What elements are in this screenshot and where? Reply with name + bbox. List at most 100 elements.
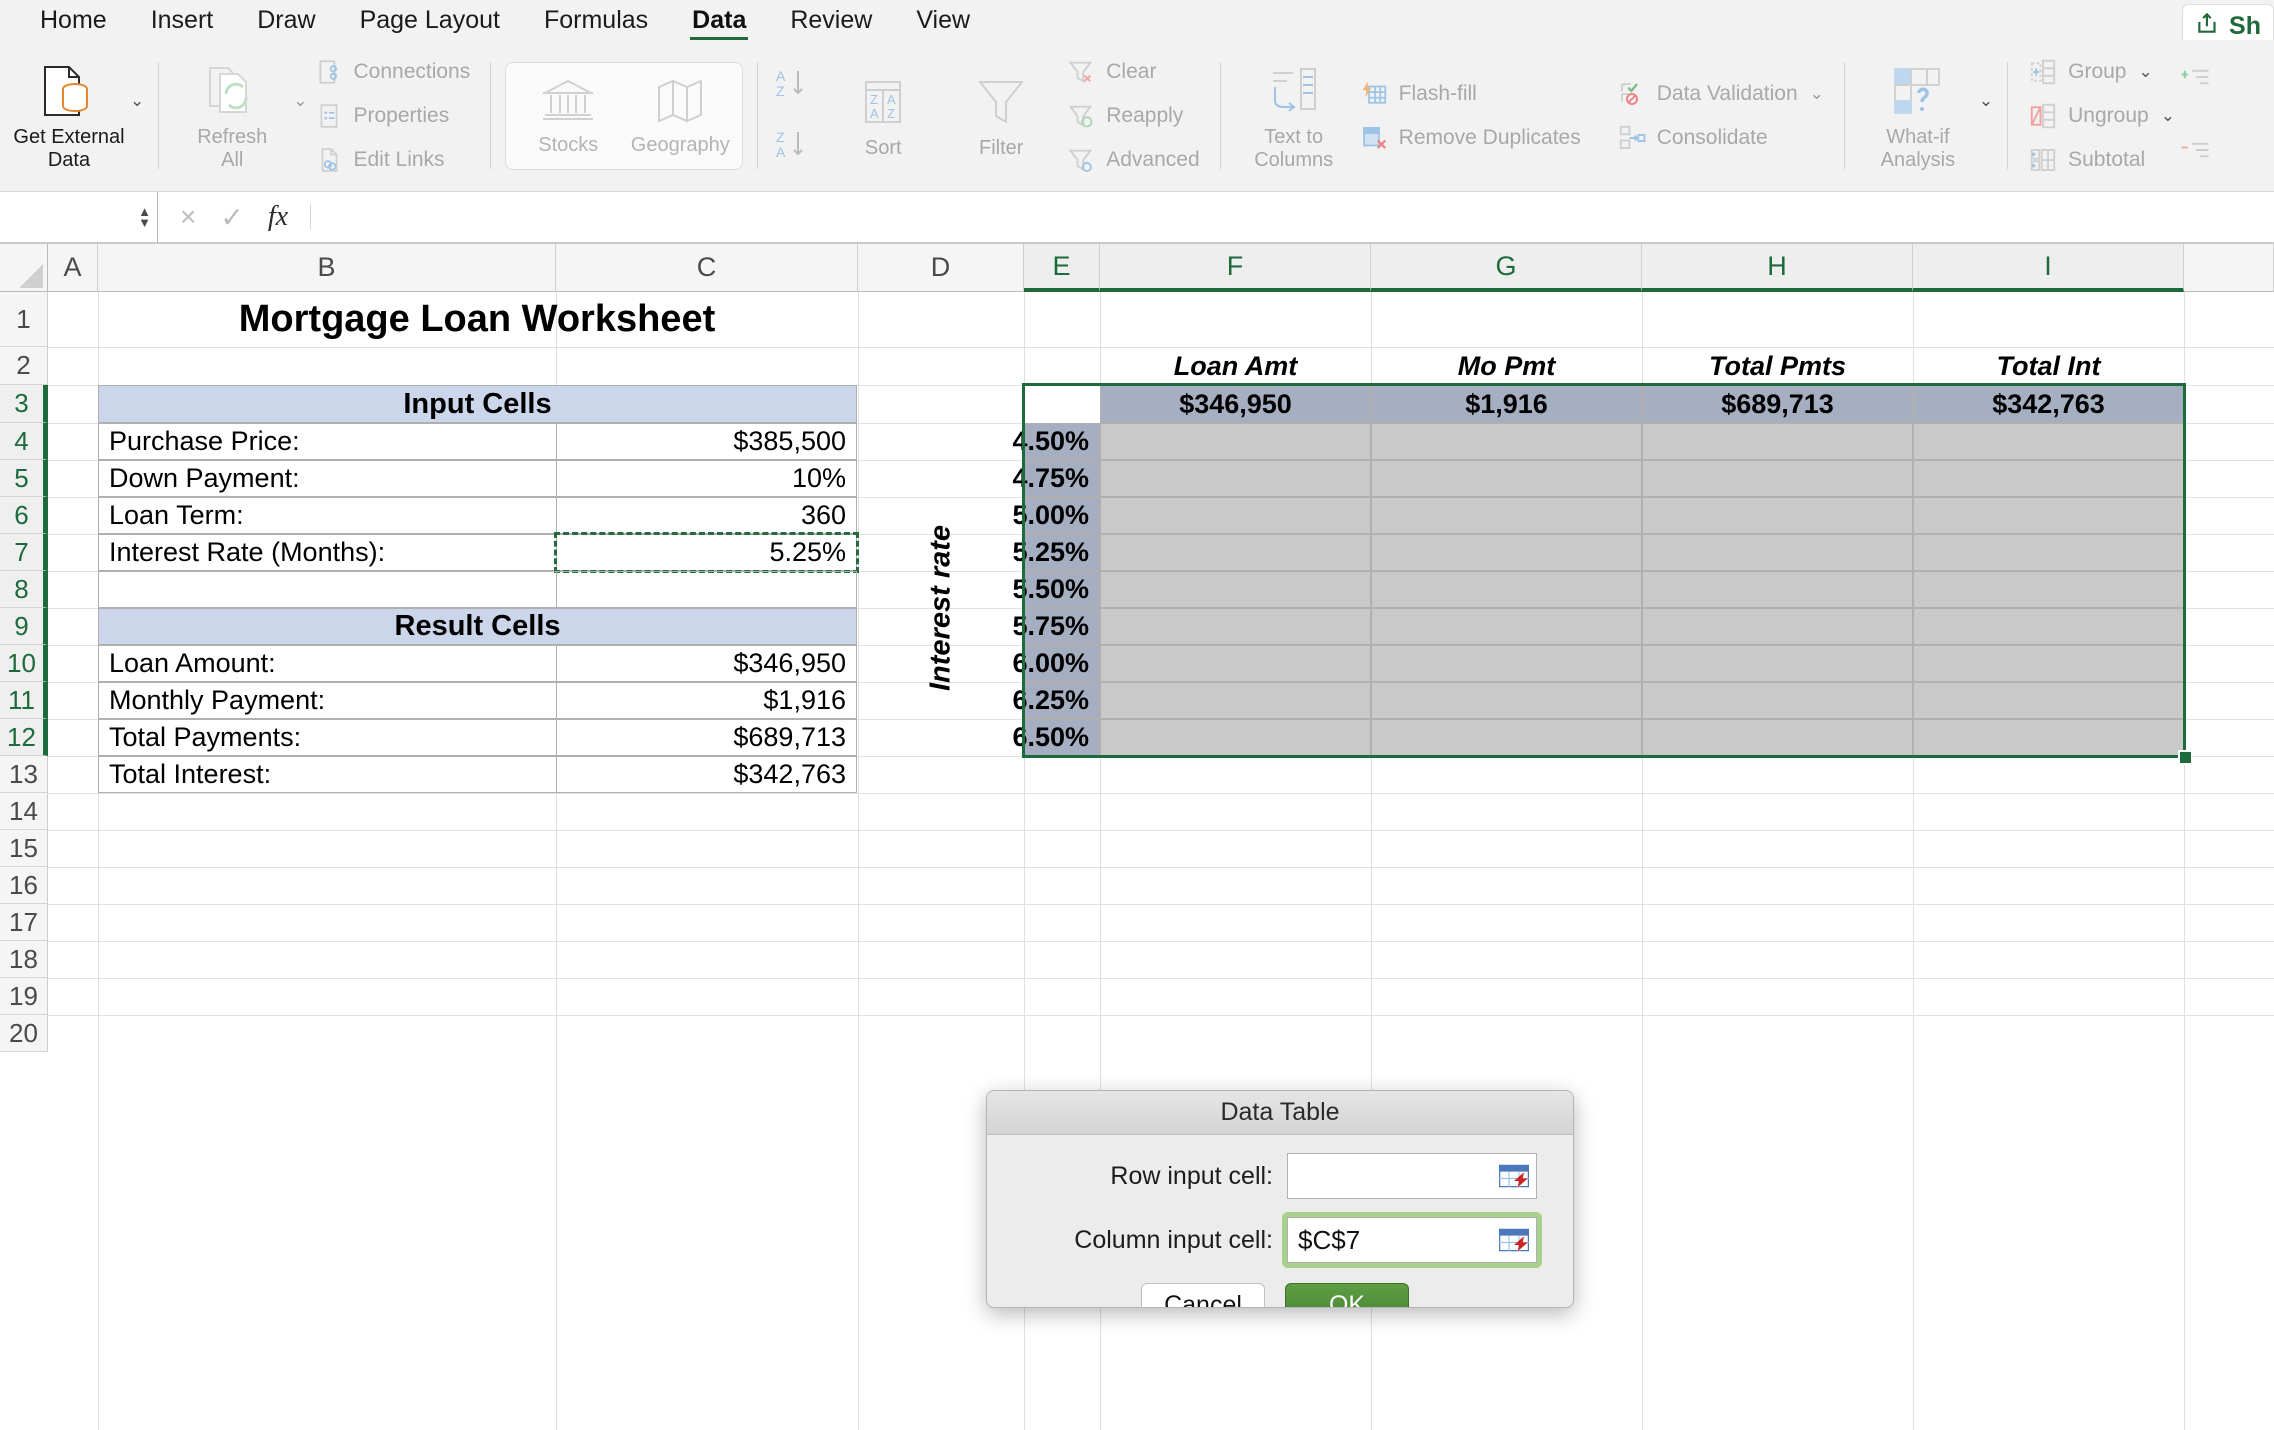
cell-g5-body[interactable] — [1371, 460, 1642, 497]
cell-b5-label[interactable]: Down Payment: — [98, 460, 557, 497]
cell-c7-value[interactable]: 5.25% — [556, 534, 857, 571]
row-header-3[interactable]: 3 — [0, 385, 48, 423]
cell-f6-body[interactable] — [1100, 497, 1371, 534]
row-header-13[interactable]: 13 — [0, 756, 48, 793]
column-header-f[interactable]: F — [1100, 244, 1371, 292]
sort-button[interactable]: Z A A Z Sort — [824, 46, 942, 186]
cell-c5-value[interactable]: 10% — [556, 460, 857, 497]
cell-b4-label[interactable]: Purchase Price: — [98, 423, 557, 460]
cell-h12-body[interactable] — [1642, 719, 1913, 756]
column-header-i[interactable]: I — [1913, 244, 2184, 292]
tab-home[interactable]: Home — [18, 0, 129, 40]
cell-f2-header[interactable]: Loan Amt — [1100, 347, 1371, 385]
stocks-button[interactable]: Stocks — [512, 75, 624, 157]
cell-f5-body[interactable] — [1100, 460, 1371, 497]
hide-detail-icon[interactable] — [2181, 137, 2211, 168]
cell-f9-body[interactable] — [1100, 608, 1371, 645]
cell-e3-corner[interactable] — [1024, 385, 1100, 423]
cell-b1-title[interactable]: Mortgage Loan Worksheet — [98, 292, 856, 347]
cell-f10-body[interactable] — [1100, 645, 1371, 682]
reapply-button[interactable]: Reapply — [1060, 99, 1205, 133]
tab-data[interactable]: Data — [670, 0, 768, 42]
column-header-g[interactable]: G — [1371, 244, 1642, 292]
cell-e4-rate[interactable]: 4.50% — [1012, 423, 1100, 460]
cell-h6-body[interactable] — [1642, 497, 1913, 534]
cell-h2-header[interactable]: Total Pmts — [1642, 347, 1913, 385]
cell-e9-rate[interactable]: 5.75% — [1012, 608, 1100, 645]
cell-b8-empty[interactable] — [98, 571, 557, 608]
cell-c13-value[interactable]: $342,763 — [556, 756, 857, 793]
data-validation-chevron-down-icon[interactable]: ⌄ — [1810, 84, 1824, 104]
connections-button[interactable]: Connections — [308, 55, 477, 89]
tab-draw[interactable]: Draw — [235, 0, 337, 40]
row-header-16[interactable]: 16 — [0, 867, 48, 904]
cell-c11-value[interactable]: $1,916 — [556, 682, 857, 719]
what-if-analysis-button[interactable]: What-if Analysis — [1859, 46, 1977, 186]
consolidate-button[interactable]: Consolidate — [1611, 121, 1830, 155]
ok-button[interactable]: OK — [1285, 1283, 1409, 1307]
cell-g3-formula[interactable]: $1,916 — [1371, 385, 1642, 423]
column-header-e[interactable]: E — [1024, 244, 1100, 292]
cell-e10-rate[interactable]: 6.00% — [1012, 645, 1100, 682]
cell-c10-value[interactable]: $346,950 — [556, 645, 857, 682]
column-header-b[interactable]: B — [98, 244, 556, 292]
cell-g10-body[interactable] — [1371, 645, 1642, 682]
cell-c8-empty[interactable] — [556, 571, 857, 608]
cell-h8-body[interactable] — [1642, 571, 1913, 608]
row-header-10[interactable]: 10 — [0, 645, 48, 682]
column-header-c[interactable]: C — [556, 244, 858, 292]
row-header-4[interactable]: 4 — [0, 423, 48, 460]
row-header-15[interactable]: 15 — [0, 830, 48, 867]
cell-i10-body[interactable] — [1913, 645, 2184, 682]
formula-input[interactable] — [311, 192, 2274, 242]
row-header-14[interactable]: 14 — [0, 793, 48, 830]
sort-descending-icon[interactable]: Z A — [772, 127, 824, 166]
subtotal-button[interactable]: Subtotal — [2022, 143, 2181, 177]
row-header-9[interactable]: 9 — [0, 608, 48, 645]
select-all-corner[interactable] — [0, 244, 48, 292]
cell-c6-value[interactable]: 360 — [556, 497, 857, 534]
cell-b6-label[interactable]: Loan Term: — [98, 497, 557, 534]
geography-button[interactable]: Geography — [624, 75, 736, 157]
cell-e12-rate[interactable]: 6.50% — [1012, 719, 1100, 756]
name-box[interactable]: ▲ ▼ — [0, 192, 158, 242]
edit-links-button[interactable]: Edit Links — [308, 143, 477, 177]
tab-insert[interactable]: Insert — [129, 0, 236, 40]
cell-b3-input-header[interactable]: Input Cells — [98, 385, 857, 423]
ungroup-button[interactable]: Ungroup ⌄ — [2022, 99, 2181, 133]
cell-h5-body[interactable] — [1642, 460, 1913, 497]
column-header-j[interactable] — [2184, 244, 2274, 292]
column-header-d[interactable]: D — [858, 244, 1024, 292]
cell-h9-body[interactable] — [1642, 608, 1913, 645]
tab-page-layout[interactable]: Page Layout — [338, 0, 522, 40]
cell-e8-rate[interactable]: 5.50% — [1012, 571, 1100, 608]
cell-f12-body[interactable] — [1100, 719, 1371, 756]
row-header-5[interactable]: 5 — [0, 460, 48, 497]
row-header-7[interactable]: 7 — [0, 534, 48, 571]
cell-i9-body[interactable] — [1913, 608, 2184, 645]
advanced-button[interactable]: Advanced — [1060, 143, 1205, 177]
what-if-chevron-down-icon[interactable]: ⌄ — [1979, 91, 1993, 111]
cell-f3-formula[interactable]: $346,950 — [1100, 385, 1371, 423]
cell-i12-body[interactable] — [1913, 719, 2184, 756]
confirm-formula-icon[interactable]: ✓ — [220, 201, 243, 234]
cell-f7-body[interactable] — [1100, 534, 1371, 571]
cell-f8-body[interactable] — [1100, 571, 1371, 608]
ungroup-chevron-down-icon[interactable]: ⌄ — [2161, 106, 2175, 126]
cell-g11-body[interactable] — [1371, 682, 1642, 719]
data-validation-button[interactable]: Data Validation ⌄ — [1611, 77, 1830, 111]
cell-h4-body[interactable] — [1642, 423, 1913, 460]
group-chevron-down-icon[interactable]: ⌄ — [2139, 62, 2153, 82]
cell-g8-body[interactable] — [1371, 571, 1642, 608]
text-to-columns-button[interactable]: Text to Columns — [1235, 46, 1353, 186]
cell-h3-formula[interactable]: $689,713 — [1642, 385, 1913, 423]
cell-h10-body[interactable] — [1642, 645, 1913, 682]
sort-ascending-icon[interactable]: A Z — [772, 66, 824, 105]
cell-i11-body[interactable] — [1913, 682, 2184, 719]
cell-i2-header[interactable]: Total Int — [1913, 347, 2184, 385]
filter-button[interactable]: Filter — [942, 46, 1060, 186]
row-header-6[interactable]: 6 — [0, 497, 48, 534]
column-header-a[interactable]: A — [48, 244, 98, 292]
cancel-formula-icon[interactable]: × — [180, 201, 196, 233]
refresh-all-button[interactable]: Refresh All — [173, 46, 291, 186]
